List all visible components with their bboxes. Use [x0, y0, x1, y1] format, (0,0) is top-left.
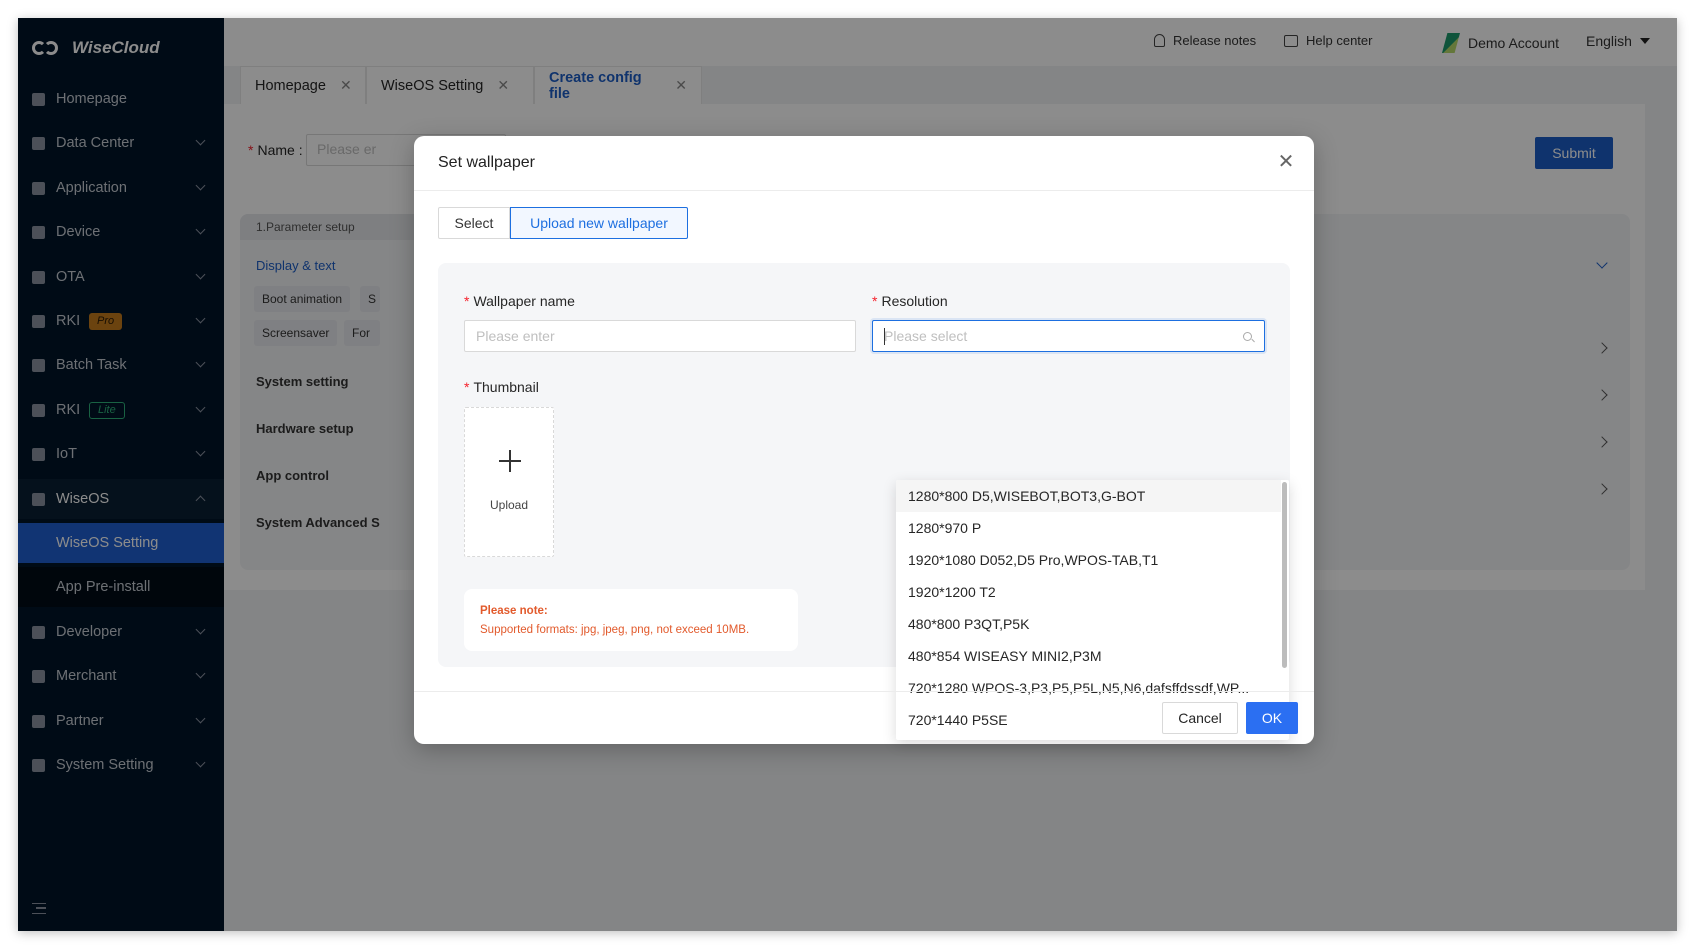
dropdown-option[interactable]: 1280*800 D5,WISEBOT,BOT3,G-BOT	[896, 480, 1281, 512]
close-icon[interactable]: ✕	[1276, 152, 1296, 172]
modal-title: Set wallpaper	[438, 154, 535, 171]
dropdown-option[interactable]: 720*1280 WPOS-3,P3,P5,P5L,N5,N6,dafsffds…	[896, 672, 1281, 704]
dropdown-option[interactable]: 480*854 WISEASY MINI2,P3M	[896, 640, 1281, 672]
upload-label: Upload	[489, 498, 529, 512]
cancel-button[interactable]: Cancel	[1162, 702, 1238, 734]
dropdown-option[interactable]: 1280*970 P	[896, 512, 1281, 544]
divider	[414, 190, 1314, 191]
divider	[414, 691, 1314, 692]
resolution-label: * Resolution	[872, 293, 948, 309]
search-icon	[1243, 332, 1252, 341]
format-note: Please note: Supported formats: jpg, jpe…	[464, 589, 798, 651]
resolution-dropdown: 1280*800 D5,WISEBOT,BOT3,G-BOT 1280*970 …	[896, 480, 1289, 740]
upload-new-wallpaper-segment[interactable]: Upload new wallpaper	[510, 207, 688, 239]
plus-icon	[499, 450, 521, 472]
resolution-select[interactable]: Please select	[872, 320, 1265, 352]
thumbnail-label: * Thumbnail	[464, 379, 539, 395]
dropdown-option[interactable]: 1920*1080 D052,D5 Pro,WPOS-TAB,T1	[896, 544, 1281, 576]
upload-thumbnail-button[interactable]: Upload	[464, 407, 554, 557]
note-title: Please note:	[480, 605, 548, 617]
note-text: Supported formats: jpg, jpeg, png, not e…	[480, 624, 750, 636]
wallpaper-form: * Wallpaper name Please enter * Resolution…	[438, 263, 1290, 740]
ok-button[interactable]: OK	[1246, 702, 1298, 734]
text-caret	[884, 328, 885, 345]
set-wallpaper-modal: Set wallpaper ✕ Select Upload new wallpa…	[414, 136, 1314, 744]
wallpaper-name-input[interactable]: Please enter	[464, 320, 856, 352]
dropdown-option[interactable]: 1920*1200 T2	[896, 576, 1281, 608]
select-segment[interactable]: Select	[438, 207, 510, 239]
dropdown-option[interactable]: 480*800 P3QT,P5K	[896, 608, 1281, 640]
wallpaper-name-label: * Wallpaper name	[464, 293, 575, 309]
dropdown-scrollbar[interactable]	[1282, 482, 1287, 668]
app-window: WiseCloud Homepage Data Center Applicati…	[18, 18, 1677, 931]
